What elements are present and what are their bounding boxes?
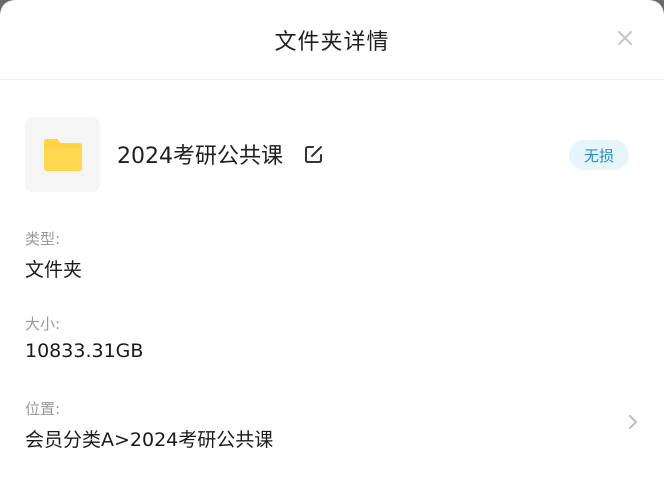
page-title: 文件夹详情: [274, 29, 390, 55]
folder-info-row: 2024考研公共课 无损: [25, 116, 635, 192]
close-icon: [617, 30, 633, 46]
folder-thumbnail: [25, 116, 100, 192]
size-label: 大小:: [25, 315, 61, 333]
chevron-right-icon: [629, 415, 637, 429]
type-value: 文件夹: [25, 259, 83, 281]
folder-detail-sheet: 文件夹详情 2024考研公共课 无损 类型: 文件夹 大小: 10833.31G…: [0, 0, 664, 489]
location-value: 会员分类A>2024考研公共课: [25, 429, 274, 451]
size-value: 10833.31GB: [25, 340, 144, 362]
folder-name: 2024考研公共课: [117, 144, 283, 169]
folder-icon: [43, 139, 82, 171]
size-field: 大小: 10833.31GB: [25, 313, 645, 362]
sheet-header: 文件夹详情: [0, 0, 664, 80]
close-button[interactable]: [614, 27, 636, 49]
status-badge: 无损: [568, 140, 629, 170]
type-field: 类型: 文件夹: [25, 228, 645, 282]
location-label: 位置:: [25, 400, 61, 418]
type-label: 类型:: [25, 230, 61, 248]
rename-button[interactable]: [303, 143, 325, 165]
location-field[interactable]: 位置: 会员分类A>2024考研公共课: [25, 398, 645, 452]
edit-icon: [305, 146, 322, 163]
